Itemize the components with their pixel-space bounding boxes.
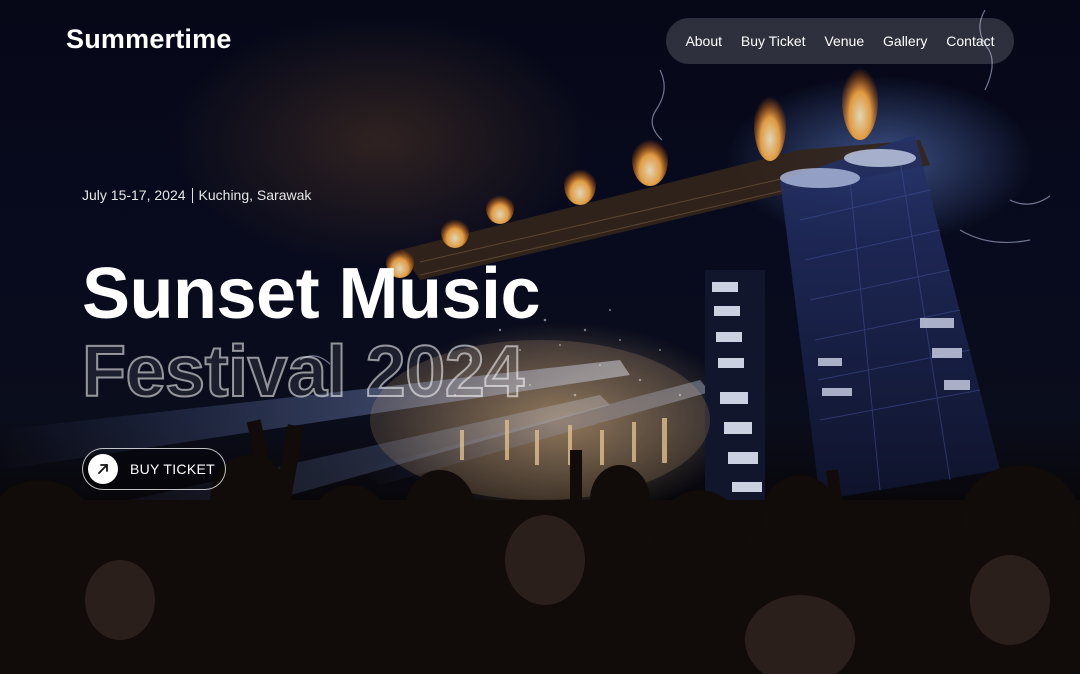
arrow-up-right-icon: [88, 454, 118, 484]
hero-title-line1: Sunset Music: [82, 254, 541, 334]
event-date: July 15-17, 2024: [82, 187, 186, 203]
buy-ticket-label: BUY TICKET: [130, 461, 215, 477]
nav-item-buy-ticket[interactable]: Buy Ticket: [741, 33, 806, 49]
site-logo[interactable]: Summertime: [66, 24, 232, 55]
event-location: Kuching, Sarawak: [198, 187, 312, 203]
hero-section: Summertime About Buy Ticket Venue Galler…: [0, 0, 1080, 674]
nav-item-venue[interactable]: Venue: [824, 33, 864, 49]
nav-item-gallery[interactable]: Gallery: [883, 33, 927, 49]
hero-title-line2: Festival 2024: [81, 332, 525, 412]
buy-ticket-button[interactable]: BUY TICKET: [82, 448, 226, 490]
nav-item-contact[interactable]: Contact: [946, 33, 994, 49]
meta-divider: [191, 187, 193, 203]
event-meta: July 15-17, 2024 Kuching, Sarawak: [82, 187, 311, 203]
nav-item-about[interactable]: About: [685, 33, 722, 49]
main-nav: About Buy Ticket Venue Gallery Contact: [666, 18, 1014, 64]
